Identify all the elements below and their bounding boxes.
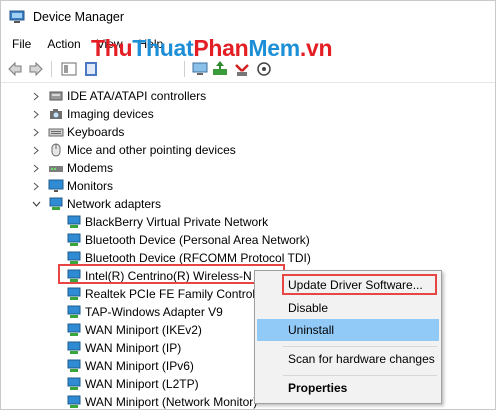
network-adapter-icon — [67, 233, 81, 246]
device-item-wan-network-monitor[interactable]: WAN Miniport (Network Monitor) — [66, 393, 257, 410]
device-item-tap-windows[interactable]: TAP-Windows Adapter V9 — [66, 303, 223, 321]
computer-icon[interactable] — [191, 60, 209, 78]
tree-item-label: Network adapters — [67, 197, 162, 211]
device-label: WAN Miniport (Network Monitor) — [85, 395, 258, 409]
modem-icon — [49, 166, 63, 172]
title-bar[interactable]: Device Manager — [1, 1, 495, 33]
device-item-wan-l2tp[interactable]: WAN Miniport (L2TP) — [66, 375, 199, 393]
tree-category-ide[interactable]: IDE ATA/ATAPI controllers — [31, 87, 206, 105]
ctx-disable[interactable]: Disable — [257, 297, 439, 319]
tree-category-mice[interactable]: Mice and other pointing devices — [31, 141, 236, 159]
menu-help[interactable]: Help — [130, 34, 171, 54]
expand-chevron-icon[interactable] — [31, 123, 41, 141]
ctx-uninstall[interactable]: Uninstall — [257, 319, 439, 341]
device-label: Bluetooth Device (Personal Area Network) — [85, 233, 310, 247]
device-manager-window: Device Manager File Action View Help Thu… — [0, 0, 496, 410]
tree-item-label: Imaging devices — [67, 107, 154, 121]
network-adapter-icon — [67, 359, 81, 372]
help-book-icon[interactable] — [82, 60, 100, 78]
network-adapter-icon — [67, 287, 81, 300]
update-driver-icon[interactable] — [211, 60, 229, 78]
window-title: Device Manager — [33, 10, 125, 24]
menu-divider — [283, 346, 437, 347]
tree-category-imaging[interactable]: Imaging devices — [31, 105, 154, 123]
device-label: Realtek PCIe FE Family Controller — [85, 287, 269, 301]
menu-bar: File Action View Help — [1, 34, 495, 54]
tree-item-label: Mice and other pointing devices — [67, 143, 236, 157]
network-adapter-icon — [67, 341, 81, 354]
context-menu: Update Driver Software... Disable Uninst… — [254, 270, 442, 404]
device-item-wan-ip[interactable]: WAN Miniport (IP) — [66, 339, 181, 357]
monitor-icon — [48, 179, 64, 192]
tree-item-label: Monitors — [67, 179, 114, 193]
ide-controller-icon — [49, 91, 63, 101]
menu-divider — [283, 375, 437, 376]
back-arrow-icon[interactable] — [6, 60, 24, 78]
expand-chevron-icon[interactable] — [31, 141, 41, 159]
network-adapter-icon — [67, 323, 81, 336]
expand-chevron-icon[interactable] — [31, 159, 41, 177]
device-item-blackberry-vpn[interactable]: BlackBerry Virtual Private Network — [66, 213, 268, 231]
device-item-wan-ikev2[interactable]: WAN Miniport (IKEv2) — [66, 321, 202, 339]
device-item-wan-ipv6[interactable]: WAN Miniport (IPv6) — [66, 357, 194, 375]
network-adapter-icon — [67, 395, 81, 408]
device-label: WAN Miniport (L2TP) — [85, 377, 199, 391]
tree-category-network-adapters[interactable]: Network adapters — [31, 195, 161, 213]
tree-category-monitors[interactable]: Monitors — [31, 177, 113, 195]
network-adapter-icon — [49, 197, 63, 210]
device-label: WAN Miniport (IP) — [85, 341, 182, 355]
tree-item-label: IDE ATA/ATAPI controllers — [67, 89, 207, 103]
tree-item-label: Modems — [67, 161, 114, 175]
menu-file[interactable]: File — [1, 34, 38, 54]
expand-chevron-icon[interactable] — [31, 105, 41, 123]
selected-device-highlight — [58, 264, 285, 284]
device-manager-app-icon — [9, 10, 25, 23]
collapse-chevron-icon[interactable] — [31, 195, 41, 213]
network-adapter-icon — [67, 215, 81, 228]
tree-category-keyboards[interactable]: Keyboards — [31, 123, 124, 141]
toolbar — [1, 56, 495, 83]
ctx-scan-hardware[interactable]: Scan for hardware changes — [257, 348, 439, 370]
camera-icon — [50, 109, 62, 119]
tree-category-modems[interactable]: Modems — [31, 159, 113, 177]
device-label: WAN Miniport (IKEv2) — [85, 323, 202, 337]
keyboard-icon — [48, 128, 64, 137]
ctx-update-driver[interactable]: Update Driver Software... — [257, 274, 439, 296]
mouse-icon — [51, 143, 61, 157]
device-label: TAP-Windows Adapter V9 — [85, 305, 223, 319]
device-item-bluetooth-pan[interactable]: Bluetooth Device (Personal Area Network) — [66, 231, 310, 249]
properties-panel-icon[interactable] — [60, 60, 78, 78]
expand-chevron-icon[interactable] — [31, 177, 41, 195]
uninstall-icon[interactable] — [233, 60, 251, 78]
network-adapter-icon — [67, 305, 81, 318]
menu-action[interactable]: Action — [38, 34, 87, 54]
tree-item-label: Keyboards — [67, 125, 125, 139]
menu-view[interactable]: View — [88, 34, 130, 54]
device-item-realtek[interactable]: Realtek PCIe FE Family Controller — [66, 285, 268, 303]
scan-hardware-icon[interactable] — [255, 60, 273, 78]
ctx-properties[interactable]: Properties — [257, 377, 439, 399]
device-label: BlackBerry Virtual Private Network — [85, 215, 269, 229]
network-adapter-icon — [67, 377, 81, 390]
expand-chevron-icon[interactable] — [31, 87, 41, 105]
forward-arrow-icon[interactable] — [27, 60, 45, 78]
device-label: WAN Miniport (IPv6) — [85, 359, 194, 373]
